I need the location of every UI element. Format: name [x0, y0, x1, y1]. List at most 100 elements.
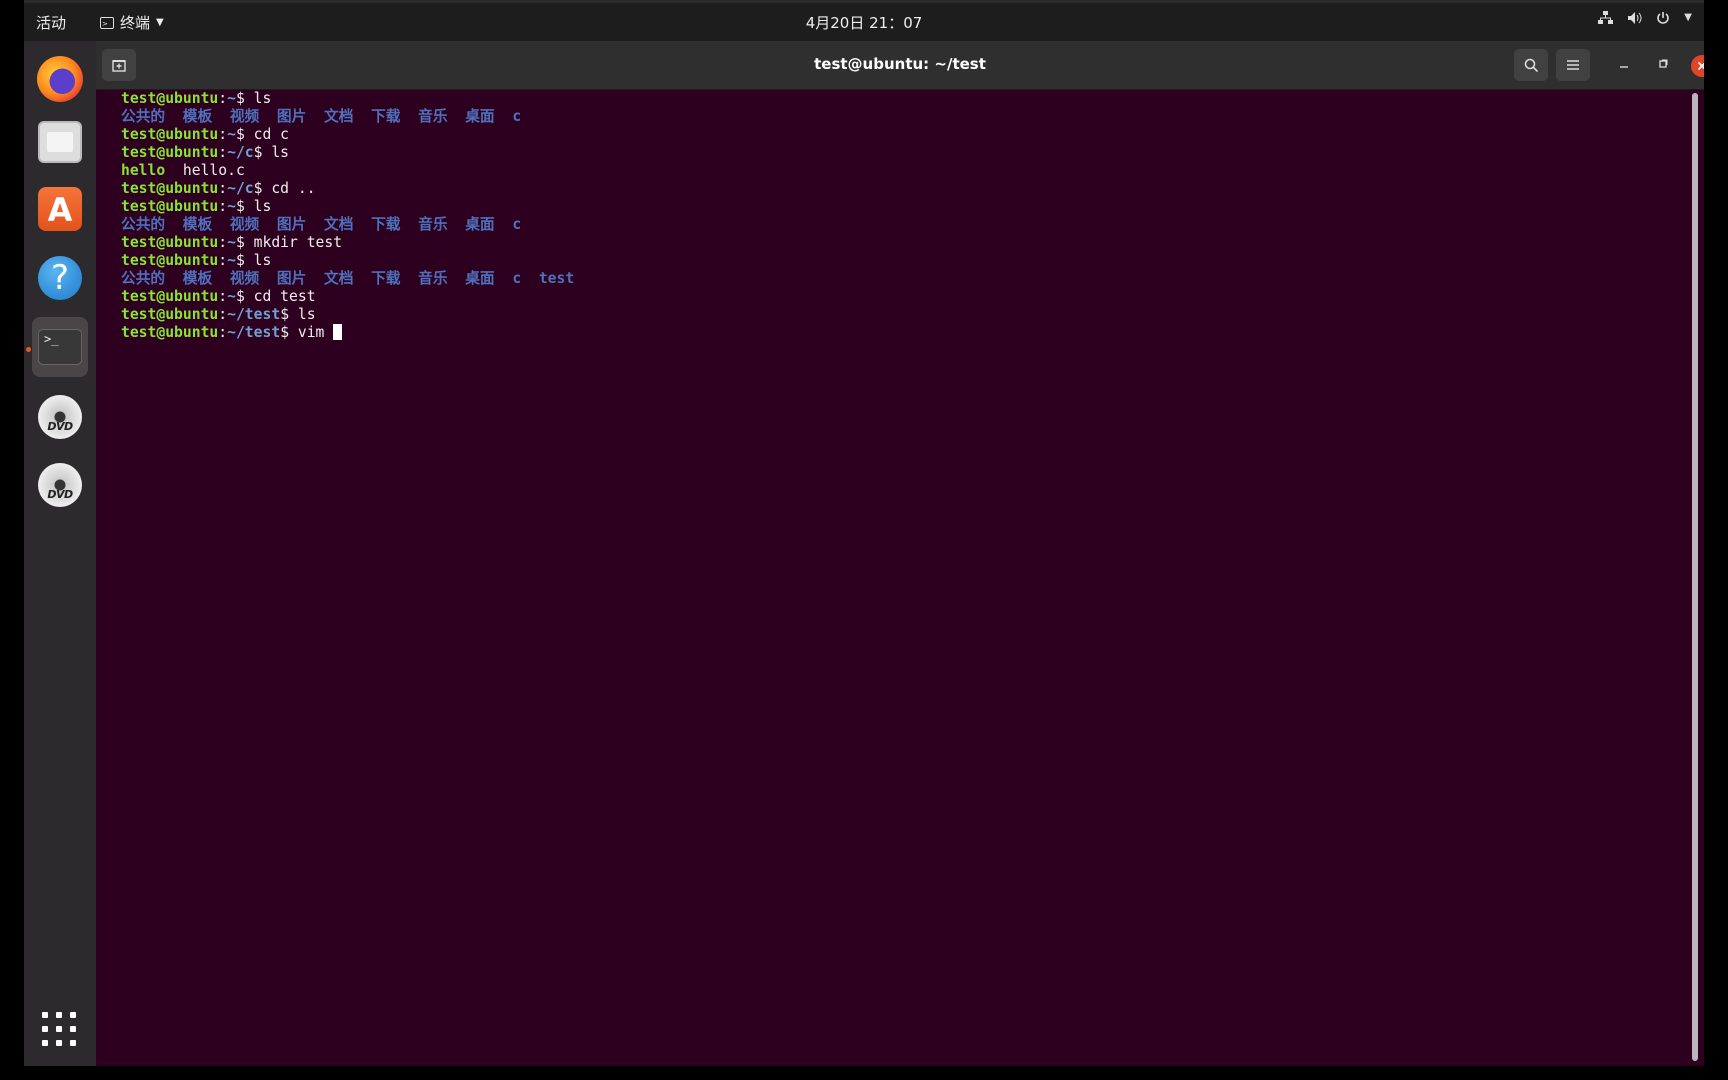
system-tray[interactable]: ▼: [1598, 11, 1692, 29]
terminal-line: test@ubuntu:~$ ls: [121, 90, 1690, 108]
directory-entry: 桌面: [465, 270, 495, 287]
prompt-command: $ ls: [280, 306, 316, 323]
prompt-user: test@ubuntu: [121, 252, 219, 269]
software-store-icon: A: [38, 187, 82, 231]
minimize-icon: [1620, 66, 1628, 68]
header-bar: test@ubuntu: ~/test: [96, 41, 1704, 90]
close-icon: [1697, 61, 1704, 71]
minimize-button[interactable]: [1613, 55, 1635, 77]
prompt-user: test@ubuntu: [121, 306, 219, 323]
prompt-user: test@ubuntu: [121, 144, 219, 161]
prompt-path: ~: [227, 252, 236, 269]
prompt-user: test@ubuntu: [121, 90, 219, 107]
directory-entry: 文档: [324, 270, 354, 287]
terminal-line: hello hello.c: [121, 162, 1690, 180]
prompt-separator: :: [218, 252, 228, 269]
executable-entry: hello: [121, 162, 166, 179]
directory-entry: c: [512, 216, 522, 233]
restore-icon: [1659, 59, 1668, 68]
prompt-user: test@ubuntu: [121, 324, 219, 341]
terminal-line: 公共的 模板 视频 图片 文档 下载 音乐 桌面 c test: [121, 270, 1690, 288]
directory-entry: 文档: [324, 216, 354, 233]
clock[interactable]: 4月20日 21：07: [24, 12, 1704, 33]
power-icon[interactable]: [1656, 11, 1670, 29]
search-button[interactable]: [1514, 49, 1548, 81]
top-bar: 活动 > 终端 ▼ 4月20日 21：07 ▼: [24, 3, 1704, 41]
scrollbar[interactable]: [1692, 93, 1698, 1061]
prompt-path: ~: [227, 90, 236, 107]
directory-entry: 音乐: [418, 216, 448, 233]
dvd-icon: DVD: [38, 395, 82, 439]
terminal-line: test@ubuntu:~$ ls: [121, 252, 1690, 270]
prompt-separator: :: [218, 144, 228, 161]
prompt-separator: :: [218, 324, 228, 341]
chevron-down-icon[interactable]: ▼: [1684, 11, 1692, 29]
prompt-command: $ cd c: [235, 126, 290, 143]
help-icon: ?: [38, 256, 82, 300]
directory-entry: 视频: [229, 108, 260, 125]
prompt-separator: :: [218, 90, 228, 107]
prompt-user: test@ubuntu: [121, 234, 219, 251]
prompt-separator: :: [218, 198, 228, 215]
terminal-output[interactable]: test@ubuntu:~$ ls 公共的 模板 视频 图片 文档 下载 音乐 桌…: [96, 90, 1690, 1066]
prompt-command: $ vim: [280, 324, 334, 341]
directory-entry: 模板: [182, 108, 213, 125]
prompt-path: ~/c: [227, 180, 254, 197]
terminal-icon: >_: [38, 329, 82, 365]
dock-software[interactable]: A: [32, 179, 88, 239]
prompt-separator: :: [218, 288, 228, 305]
show-applications-button[interactable]: [42, 1012, 78, 1048]
search-icon: [1524, 58, 1538, 72]
prompt-user: test@ubuntu: [121, 180, 219, 197]
prompt-path: ~/test: [227, 306, 281, 323]
dock-firefox[interactable]: [32, 49, 88, 109]
dock-terminal[interactable]: >_: [32, 317, 88, 377]
terminal-line: test@ubuntu:~$ mkdir test: [121, 234, 1690, 252]
menu-button[interactable]: [1556, 49, 1590, 81]
directory-entry: 视频: [229, 216, 260, 233]
prompt-path: ~/c: [227, 144, 254, 161]
directory-entry: 模板: [182, 216, 213, 233]
dock-files[interactable]: [32, 112, 88, 172]
prompt-path: ~: [227, 198, 236, 215]
window-title: test@ubuntu: ~/test: [814, 55, 986, 73]
terminal-line: test@ubuntu:~/c$ ls: [121, 144, 1690, 162]
prompt-path: ~/test: [227, 324, 281, 341]
directory-entry: 音乐: [418, 270, 448, 287]
prompt-path: ~: [227, 288, 236, 305]
prompt-path: ~: [227, 234, 236, 251]
network-icon[interactable]: [1598, 11, 1614, 29]
dvd-label: DVD: [47, 420, 73, 433]
prompt-command: $ cd test: [235, 288, 316, 305]
directory-entry: c: [512, 108, 522, 125]
prompt-command: $ ls: [235, 252, 272, 269]
prompt-user: test@ubuntu: [121, 288, 219, 305]
prompt-command: $ cd ..: [253, 180, 316, 197]
desktop: 活动 > 终端 ▼ 4月20日 21：07 ▼ A ? >_ DVD DVD t…: [24, 0, 1704, 1066]
prompt-command: $ ls: [235, 198, 272, 215]
prompt-separator: :: [218, 234, 228, 251]
dock-dvd-2[interactable]: DVD: [32, 455, 88, 515]
files-icon: [38, 121, 82, 163]
dock-help[interactable]: ?: [32, 248, 88, 308]
terminal-line: test@ubuntu:~$ cd c: [121, 126, 1690, 144]
prompt-separator: :: [218, 180, 228, 197]
prompt-command: $ ls: [253, 144, 290, 161]
dock-dvd-1[interactable]: DVD: [32, 387, 88, 447]
directory-entry: 图片: [276, 108, 307, 125]
close-button[interactable]: [1691, 55, 1704, 77]
directory-entry: 桌面: [465, 216, 495, 233]
volume-icon[interactable]: [1627, 11, 1642, 29]
directory-entry: test: [538, 270, 575, 287]
maximize-button[interactable]: [1652, 55, 1674, 77]
directory-entry: 下载: [371, 216, 401, 233]
running-indicator: [26, 347, 31, 352]
directory-entry: 公共的: [121, 216, 166, 233]
directory-entry: 图片: [276, 216, 307, 233]
text-cursor: [333, 324, 343, 340]
directory-entry: 音乐: [418, 108, 448, 125]
terminal-window: test@ubuntu: ~/test test@ubuntu:~$ ls 公共的…: [96, 41, 1704, 1066]
directory-entry: 下载: [371, 270, 401, 287]
file-entry: hello.c: [182, 162, 245, 179]
dock: A ? >_ DVD DVD: [24, 41, 96, 1066]
